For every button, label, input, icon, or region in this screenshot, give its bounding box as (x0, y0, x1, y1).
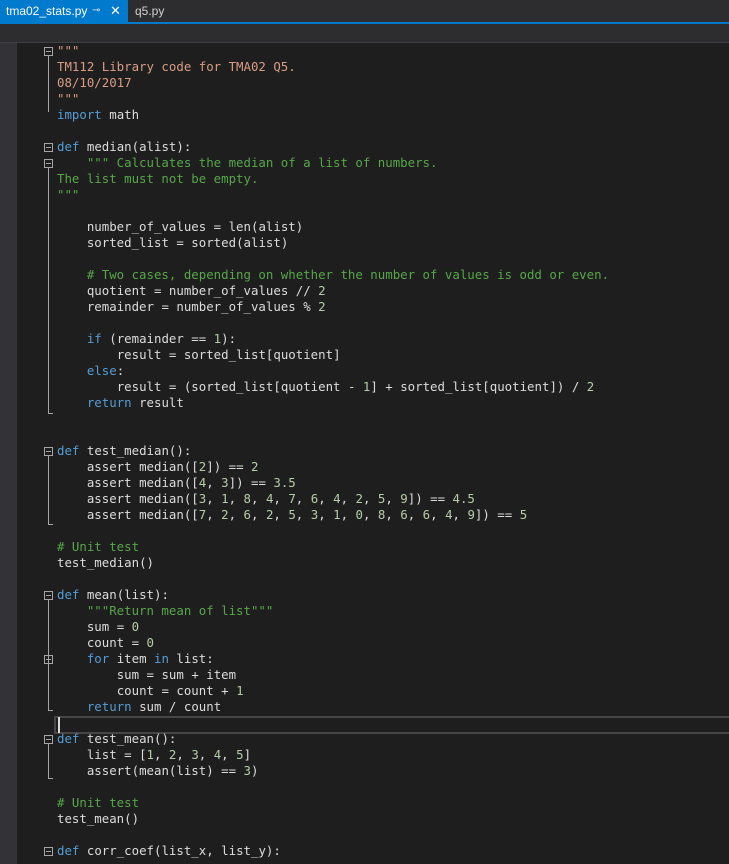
code-line[interactable]: # Unit test (57, 795, 139, 811)
code-line[interactable]: def median(alist): (57, 139, 191, 155)
fold-toggle-icon[interactable] (44, 591, 53, 600)
code-line[interactable]: """ (57, 91, 79, 107)
code-line[interactable]: assert median([3, 1, 8, 4, 7, 6, 4, 2, 5… (57, 491, 475, 507)
fold-toggle-icon[interactable] (44, 735, 53, 744)
code-line[interactable]: list = [1, 2, 3, 4, 5] (57, 747, 251, 763)
code-line[interactable]: def test_median(): (57, 443, 191, 459)
fold-toggle-icon[interactable] (44, 847, 53, 856)
code-line[interactable]: result = sorted_list[quotient] (57, 347, 341, 363)
code-line[interactable]: for item in list: (57, 651, 214, 667)
fold-guide (48, 168, 49, 413)
code-line[interactable]: remainder = number_of_values % 2 (57, 299, 326, 315)
close-icon[interactable]: ✕ (110, 0, 121, 22)
fold-end-marker (48, 778, 53, 779)
code-line[interactable]: def mean(list): (57, 587, 169, 603)
code-editor[interactable]: """ TM112 Library code for TMA02 Q5. 08/10… (0, 43, 729, 864)
code-line[interactable]: count = count + 1 (57, 683, 244, 699)
code-line[interactable]: return sum / count (57, 699, 221, 715)
tab-label: tma02_stats.py (6, 4, 88, 18)
code-line[interactable]: return result (57, 395, 184, 411)
code-line[interactable]: # Two cases, depending on whether the nu… (57, 267, 609, 283)
fold-guide (48, 56, 49, 112)
code-line[interactable]: """ (57, 43, 79, 59)
fold-toggle-icon[interactable] (44, 447, 53, 456)
code-line[interactable]: if (remainder == 1): (57, 331, 236, 347)
code-line[interactable]: assert median([2]) == 2 (57, 459, 259, 475)
code-line[interactable]: assert(mean(list) == 3) (57, 763, 259, 779)
editor-tab-bar: tma02_stats.py ⊸ ✕ q5.py (0, 0, 729, 24)
code-line[interactable]: else: (57, 363, 124, 379)
fold-toggle-icon[interactable] (44, 143, 53, 152)
code-line[interactable]: sorted_list = sorted(alist) (57, 235, 288, 251)
navigation-bar (0, 24, 729, 43)
code-line[interactable]: import math (57, 107, 139, 123)
code-line[interactable]: """ (57, 187, 79, 203)
fold-toggle-icon[interactable] (44, 159, 53, 168)
code-line[interactable]: TM112 Library code for TMA02 Q5. (57, 59, 296, 75)
fold-guide (48, 456, 49, 524)
code-line[interactable]: 08/10/2017 (57, 75, 132, 91)
code-line[interactable]: The list must not be empty. (57, 171, 258, 187)
fold-toggle-icon[interactable] (44, 655, 53, 664)
fold-toggle-icon[interactable] (44, 47, 53, 56)
code-line[interactable]: quotient = number_of_values // 2 (57, 283, 326, 299)
tab-q5[interactable]: q5.py (129, 0, 170, 22)
code-line[interactable]: test_mean() (57, 811, 139, 827)
fold-end-marker (48, 413, 53, 414)
code-line[interactable]: sum = 0 (57, 619, 139, 635)
code-line[interactable]: def test_mean(): (57, 731, 176, 747)
code-line[interactable]: """Return mean of list""" (57, 603, 274, 619)
code-line[interactable]: # Unit test (57, 539, 139, 555)
fold-end-marker (48, 710, 53, 711)
code-line[interactable]: result = (sorted_list[quotient - 1] + so… (57, 379, 595, 395)
code-line[interactable]: sum = sum + item (57, 667, 236, 683)
fold-end-marker (48, 524, 53, 525)
code-line[interactable]: number_of_values = len(alist) (57, 219, 303, 235)
tab-label: q5.py (135, 4, 165, 18)
pin-icon[interactable]: ⊸ (92, 0, 100, 22)
code-line[interactable]: assert median([7, 2, 6, 2, 5, 3, 1, 0, 8… (57, 507, 527, 523)
fold-guide (48, 744, 49, 778)
code-line[interactable]: """ Calculates the median of a list of n… (57, 155, 438, 171)
tab-tma02-stats[interactable]: tma02_stats.py ⊸ ✕ (0, 0, 128, 22)
code-line[interactable]: assert median([4, 3]) == 3.5 (57, 475, 296, 491)
code-line[interactable]: test_median() (57, 555, 154, 571)
code-line[interactable]: def corr_coef(list_x, list_y): (57, 843, 281, 859)
code-line[interactable]: count = 0 (57, 635, 154, 651)
indicator-margin (0, 43, 17, 864)
